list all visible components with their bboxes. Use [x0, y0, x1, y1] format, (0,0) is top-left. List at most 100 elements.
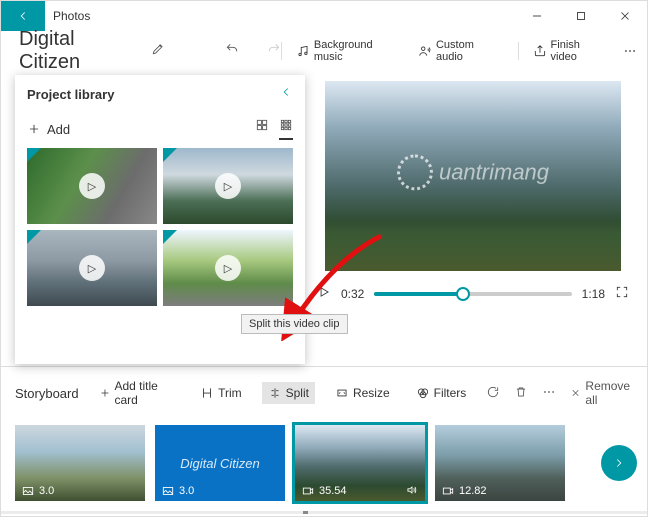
- trim-icon: [200, 386, 214, 400]
- grid-large-icon: [255, 118, 269, 132]
- split-label: Split: [286, 386, 309, 400]
- filters-icon: [416, 386, 430, 400]
- preview-area: uantrimang 0:32 1:18: [305, 71, 647, 364]
- scrubber-knob[interactable]: [456, 287, 470, 301]
- grid-large-view-button[interactable]: [255, 118, 269, 140]
- filters-button[interactable]: Filters: [410, 382, 473, 404]
- pencil-icon: [151, 42, 165, 56]
- split-button[interactable]: Split: [262, 382, 315, 404]
- storyboard-scrollbar[interactable]: [1, 511, 647, 514]
- fullscreen-button[interactable]: [615, 285, 629, 302]
- play-overlay-icon: ▷: [215, 173, 241, 199]
- library-item[interactable]: ▷: [27, 230, 157, 306]
- chevron-left-icon: [279, 85, 293, 99]
- player-controls: 0:32 1:18: [317, 285, 629, 302]
- ellipsis-icon: [623, 44, 637, 58]
- video-preview[interactable]: uantrimang: [325, 81, 621, 271]
- resize-label: Resize: [353, 386, 390, 400]
- watermark-logo-icon: [397, 154, 433, 190]
- more-button[interactable]: [623, 44, 637, 58]
- window-title: Photos: [45, 9, 90, 23]
- remove-all-button[interactable]: Remove all: [570, 379, 633, 407]
- close-icon: [618, 9, 632, 23]
- custom-audio-button[interactable]: Custom audio: [418, 39, 504, 63]
- storyboard-clips: 3.0 Digital Citizen 3.0 35.54 12.82: [15, 425, 633, 501]
- storyboard-clip[interactable]: 12.82: [435, 425, 565, 501]
- storyboard-clip[interactable]: 3.0: [15, 425, 145, 501]
- storyboard-clip-selected[interactable]: 35.54: [295, 425, 425, 501]
- chevron-right-icon: [612, 456, 626, 470]
- back-button[interactable]: [1, 1, 45, 31]
- add-title-card-label: Add title card: [115, 379, 175, 407]
- time-current: 0:32: [341, 287, 364, 301]
- clip-duration: 3.0: [179, 485, 194, 497]
- image-icon: [21, 484, 35, 498]
- filters-label: Filters: [434, 386, 467, 400]
- project-name[interactable]: Digital Citizen: [19, 28, 141, 74]
- finish-video-button[interactable]: Finish video: [533, 39, 609, 63]
- x-icon: [570, 386, 581, 400]
- custom-audio-label: Custom audio: [436, 39, 504, 63]
- watermark: uantrimang: [397, 154, 549, 190]
- undo-button[interactable]: [225, 42, 239, 61]
- finish-label: Finish video: [551, 39, 609, 63]
- play-overlay-icon: ▷: [79, 255, 105, 281]
- collapse-library-button[interactable]: [279, 85, 293, 104]
- share-icon: [533, 44, 547, 58]
- delete-button[interactable]: [514, 385, 528, 402]
- clip-duration: 3.0: [39, 485, 54, 497]
- add-label: Add: [47, 122, 70, 137]
- split-icon: [268, 386, 282, 400]
- image-icon: [161, 484, 175, 498]
- add-media-button[interactable]: Add: [27, 122, 70, 137]
- library-title: Project library: [27, 87, 114, 102]
- resize-icon: [335, 386, 349, 400]
- bg-music-label: Background music: [314, 39, 404, 63]
- bg-music-button[interactable]: Background music: [296, 39, 404, 63]
- music-note-icon: [296, 44, 310, 58]
- storyboard-panel: Storyboard Add title card Trim Split Res…: [1, 366, 647, 522]
- play-button[interactable]: [317, 285, 331, 302]
- separator: [281, 42, 282, 60]
- library-item[interactable]: ▷: [163, 148, 293, 224]
- clip-duration: 35.54: [319, 485, 347, 497]
- fullscreen-icon: [615, 285, 629, 299]
- minimize-button[interactable]: [515, 1, 559, 31]
- storyboard-title: Storyboard: [15, 386, 79, 401]
- separator: [518, 42, 519, 60]
- rename-button[interactable]: [151, 42, 165, 61]
- title-bar: Photos: [1, 1, 647, 31]
- play-overlay-icon: ▷: [215, 255, 241, 281]
- remove-all-label: Remove all: [585, 379, 633, 407]
- maximize-icon: [574, 9, 588, 23]
- add-title-card-button[interactable]: Add title card: [93, 375, 180, 411]
- redo-button[interactable]: [267, 42, 281, 61]
- library-item[interactable]: ▷: [163, 230, 293, 306]
- tooltip-text: Split this video clip: [249, 318, 340, 330]
- library-item[interactable]: ▷: [27, 148, 157, 224]
- video-icon: [301, 484, 315, 498]
- rotate-button[interactable]: [486, 385, 500, 402]
- title-card-text: Digital Citizen: [180, 456, 259, 471]
- storyboard-clip[interactable]: Digital Citizen 3.0: [155, 425, 285, 501]
- ellipsis-icon: [542, 385, 556, 399]
- clip-audio-icon: [405, 483, 419, 500]
- scroll-right-button[interactable]: [601, 445, 637, 481]
- command-bar: Digital Citizen Background music Custom …: [1, 31, 647, 71]
- sb-more-button[interactable]: [542, 385, 556, 402]
- video-icon: [441, 484, 455, 498]
- trim-button[interactable]: Trim: [194, 382, 248, 404]
- time-duration: 1:18: [582, 287, 605, 301]
- play-overlay-icon: ▷: [79, 173, 105, 199]
- minimize-icon: [530, 9, 544, 23]
- play-icon: [317, 285, 331, 299]
- resize-button[interactable]: Resize: [329, 382, 396, 404]
- tooltip: Split this video clip: [241, 314, 348, 334]
- grid-small-view-button[interactable]: [279, 118, 293, 140]
- scrubber[interactable]: [374, 292, 571, 296]
- trash-icon: [514, 385, 528, 399]
- close-button[interactable]: [603, 1, 647, 31]
- arrow-left-icon: [16, 9, 30, 23]
- maximize-button[interactable]: [559, 1, 603, 31]
- plus-icon: [27, 122, 41, 136]
